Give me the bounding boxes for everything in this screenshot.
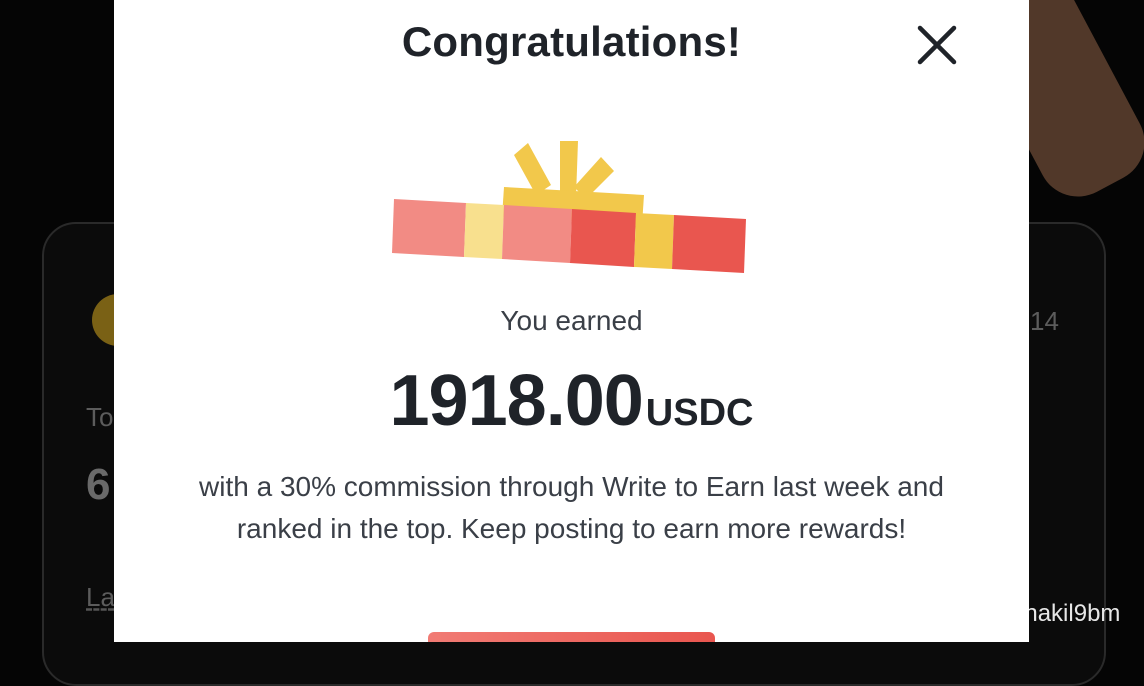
reward-modal: Congratulations! You earned 1918.00USDC … xyxy=(114,0,1029,642)
currency-label: USDC xyxy=(645,392,754,434)
close-icon xyxy=(917,25,957,65)
reward-description: with a 30% commission through Write to E… xyxy=(199,471,944,544)
watermark-handle: @shakil9bm xyxy=(988,600,1121,627)
background-total-label: To xyxy=(86,402,114,432)
modal-title: Congratulations! xyxy=(401,18,742,65)
earned-label: You earned xyxy=(500,305,643,336)
primary-action-button[interactable] xyxy=(428,632,715,642)
background-side-number: 14 xyxy=(1030,306,1059,336)
binance-logo-icon xyxy=(958,601,984,627)
earned-amount: 1918.00USDC xyxy=(114,360,1029,442)
background-total-value: 6 xyxy=(86,460,111,509)
gift-icon xyxy=(392,141,746,273)
watermark: @shakil9bm xyxy=(958,600,1120,628)
amount-value: 1918.00 xyxy=(389,361,644,441)
close-button[interactable] xyxy=(912,20,962,70)
background-last-link: La xyxy=(86,582,115,612)
